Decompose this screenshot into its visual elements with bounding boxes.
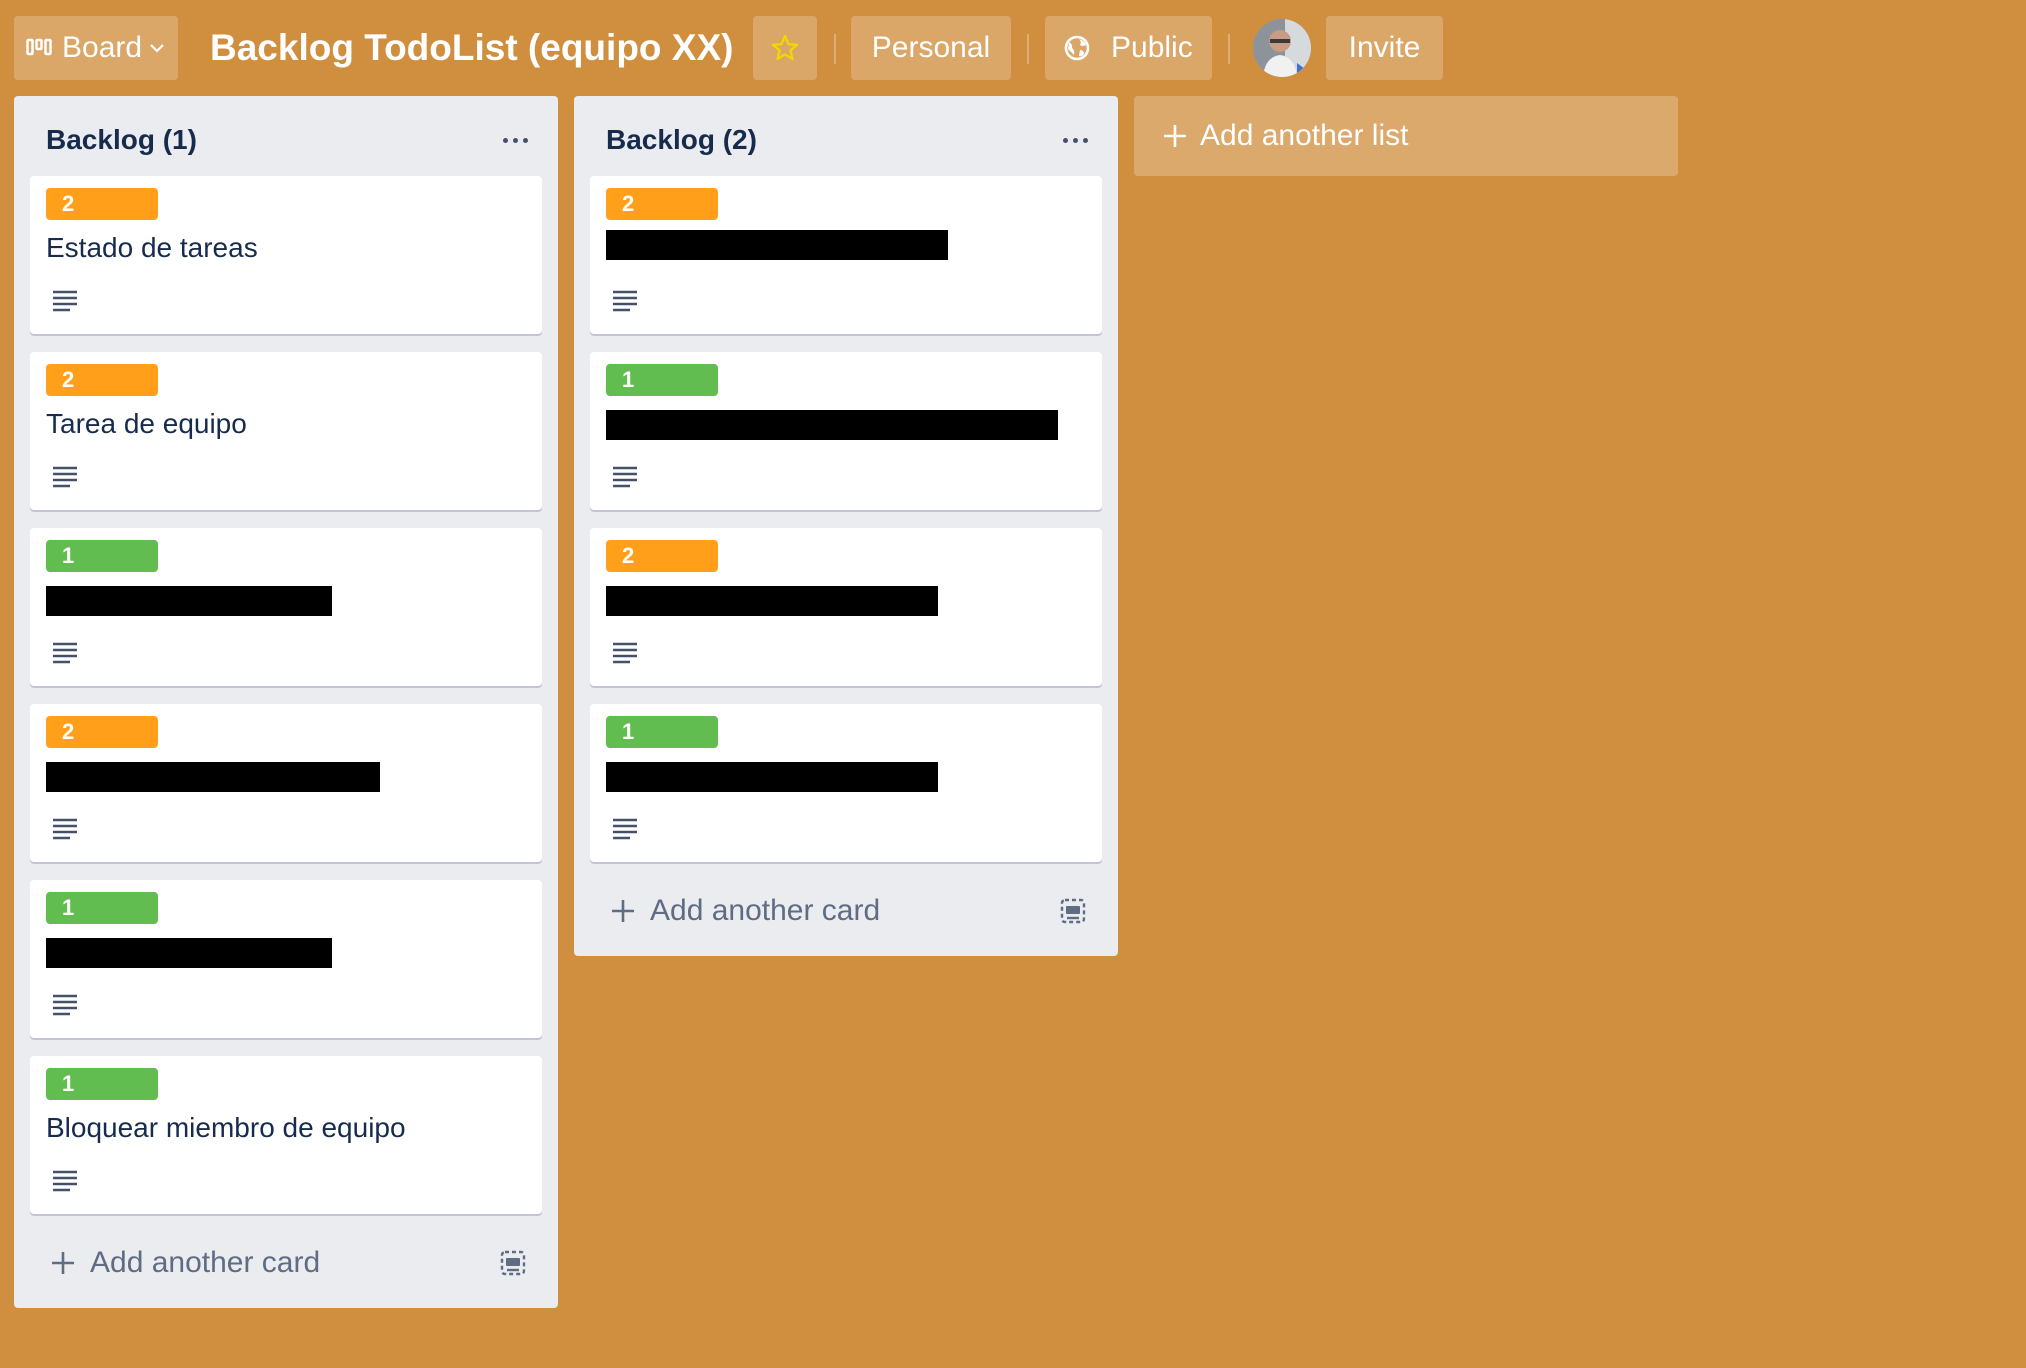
add-card-button[interactable]: Add another card xyxy=(610,886,880,936)
card[interactable]: 1 Bloquear miembro de equipo xyxy=(30,1056,542,1214)
board-label: Board xyxy=(62,31,143,64)
personal-label: Personal xyxy=(871,31,991,64)
description-icon xyxy=(53,994,77,1016)
board-view-switcher[interactable]: Board xyxy=(14,16,178,80)
description-icon xyxy=(613,466,637,488)
add-list-button[interactable]: Add another list xyxy=(1134,96,1678,176)
list-header[interactable]: Backlog (1) xyxy=(46,120,534,160)
card-template-icon[interactable] xyxy=(1060,898,1086,924)
description-icon xyxy=(613,290,637,312)
points-badge: 2 xyxy=(46,188,158,220)
add-card-label: Add another card xyxy=(90,1246,321,1279)
list-backlog-2: Backlog (2) 2 1 2 1 Add another card xyxy=(574,96,1118,956)
public-visibility-button[interactable]: Public xyxy=(1045,16,1212,80)
redacted-title xyxy=(46,762,380,792)
list-title[interactable]: Backlog (1) xyxy=(46,124,197,156)
public-label: Public xyxy=(1111,31,1193,64)
header-divider xyxy=(1228,34,1230,64)
points-badge: 2 xyxy=(46,716,158,748)
description-icon xyxy=(53,1170,77,1192)
redacted-title xyxy=(606,762,938,792)
avatar[interactable] xyxy=(1253,19,1311,77)
points-badge: 2 xyxy=(606,188,718,220)
board-title[interactable]: Backlog TodoList (equipo XX) xyxy=(210,16,733,80)
board-header: Board Backlog TodoList (equipo XX) Perso… xyxy=(0,0,2026,96)
list-header[interactable]: Backlog (2) xyxy=(606,120,1094,160)
star-icon xyxy=(771,34,799,61)
card[interactable]: 1 xyxy=(30,880,542,1038)
card[interactable]: 2 Estado de tareas xyxy=(30,176,542,334)
description-icon xyxy=(53,466,77,488)
redacted-title xyxy=(606,586,938,616)
points-badge: 1 xyxy=(46,1068,158,1100)
description-icon xyxy=(53,642,77,664)
more-options-icon[interactable] xyxy=(1063,137,1094,143)
points-badge: 1 xyxy=(46,892,158,924)
redacted-title xyxy=(606,410,1058,440)
card[interactable]: 2 Tarea de equipo xyxy=(30,352,542,510)
list-backlog-1: Backlog (1) 2 Estado de tareas 2 Tarea d… xyxy=(14,96,558,1308)
plus-icon xyxy=(1164,125,1186,147)
description-icon xyxy=(53,818,77,840)
card-title: Bloquear miembro de equipo xyxy=(46,1112,406,1143)
description-icon xyxy=(613,642,637,664)
board-icon xyxy=(26,38,52,56)
invite-button[interactable]: Invite xyxy=(1326,16,1443,80)
card[interactable]: 2 xyxy=(30,704,542,862)
plus-icon xyxy=(52,1252,74,1274)
team-visibility-button[interactable]: Personal xyxy=(851,16,1011,80)
chevron-down-icon xyxy=(150,44,164,53)
globe-icon xyxy=(1064,35,1090,61)
header-divider xyxy=(1027,34,1029,64)
list-title[interactable]: Backlog (2) xyxy=(606,124,757,156)
card-template-icon[interactable] xyxy=(500,1250,526,1276)
points-badge: 1 xyxy=(46,540,158,572)
invite-label: Invite xyxy=(1348,31,1421,64)
plus-icon xyxy=(612,900,634,922)
card-title: Estado de tareas xyxy=(46,232,258,263)
more-options-icon[interactable] xyxy=(503,137,534,143)
user-avatar-icon xyxy=(1253,19,1311,77)
description-icon xyxy=(613,818,637,840)
add-list-label: Add another list xyxy=(1200,119,1409,152)
card-title: Tarea de equipo xyxy=(46,408,247,439)
star-button[interactable] xyxy=(753,16,817,80)
add-card-button[interactable]: Add another card xyxy=(50,1238,320,1288)
card[interactable]: 1 xyxy=(30,528,542,686)
redacted-title xyxy=(46,938,332,968)
description-icon xyxy=(53,290,77,312)
redacted-title xyxy=(46,586,332,616)
card[interactable]: 1 xyxy=(590,704,1102,862)
card[interactable]: 1 xyxy=(590,352,1102,510)
card[interactable]: 2 xyxy=(590,176,1102,334)
points-badge: 1 xyxy=(606,364,718,396)
card[interactable]: 2 xyxy=(590,528,1102,686)
add-card-label: Add another card xyxy=(650,894,881,927)
points-badge: 2 xyxy=(606,540,718,572)
points-badge: 1 xyxy=(606,716,718,748)
header-divider xyxy=(834,34,836,64)
points-badge: 2 xyxy=(46,364,158,396)
redacted-title xyxy=(606,230,948,260)
